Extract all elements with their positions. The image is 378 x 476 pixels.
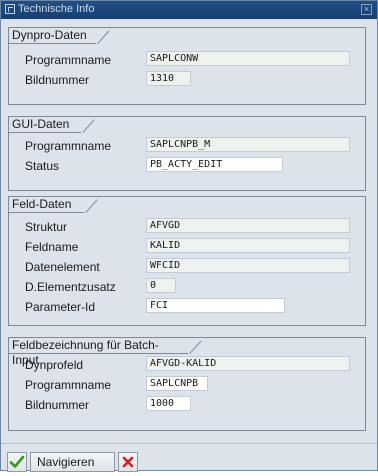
group-tab-edge bbox=[80, 117, 94, 133]
title-bar: Technische Info × bbox=[1, 1, 377, 19]
batch-screen-number-field[interactable]: 1000 bbox=[146, 396, 191, 411]
data-element-addition-field[interactable]: 0 bbox=[146, 278, 176, 293]
parameter-id-field[interactable]: FCI bbox=[146, 298, 285, 313]
row-label: Bildnummer bbox=[25, 73, 90, 87]
row-label: Struktur bbox=[25, 220, 68, 234]
group-title-text: GUI-Daten bbox=[12, 117, 70, 131]
program-name-field[interactable]: SAPLCONW bbox=[146, 51, 350, 66]
group-title-text: Feld-Daten bbox=[12, 197, 72, 211]
field-name-field[interactable]: KALID bbox=[146, 238, 350, 253]
group-dynpro-data: Dynpro-Daten Programmname SAPLCONW Bildn… bbox=[8, 27, 366, 105]
row-label: Feldname bbox=[25, 240, 79, 254]
close-icon[interactable]: × bbox=[361, 4, 372, 15]
confirm-button[interactable] bbox=[7, 452, 27, 472]
group-field-data: Feld-Daten Struktur AFVGD Feldname KALID… bbox=[8, 196, 366, 326]
technical-info-dialog: Technische Info × Dynpro-Daten Programmn… bbox=[0, 0, 378, 472]
structure-field[interactable]: AFVGD bbox=[146, 218, 350, 233]
group-gui-data: GUI-Daten Programmname SAPLCNPB_M Status… bbox=[8, 116, 366, 191]
batch-program-name-field[interactable]: SAPLCNPB bbox=[146, 376, 208, 391]
row-label: Programmname bbox=[25, 53, 112, 67]
row-label: D.Elementzusatz bbox=[25, 280, 116, 294]
group-title: Dynpro-Daten bbox=[9, 28, 96, 44]
row-label: Bildnummer bbox=[25, 398, 90, 412]
row-label: Datenelement bbox=[25, 260, 100, 274]
row-label: Parameter-Id bbox=[25, 300, 96, 314]
navigate-button-label: Navigieren bbox=[37, 455, 95, 469]
group-tab-edge bbox=[95, 28, 109, 44]
data-element-field[interactable]: WFCID bbox=[146, 258, 350, 273]
cancel-x-icon bbox=[122, 456, 134, 468]
group-title: GUI-Daten bbox=[9, 117, 81, 133]
group-batch-input: Feldbezeichnung für Batch-Input Dynprofe… bbox=[8, 337, 366, 431]
row-label: Programmname bbox=[25, 378, 112, 392]
cancel-button[interactable] bbox=[118, 452, 138, 472]
row-label: Status bbox=[25, 159, 60, 173]
group-title: Feld-Daten bbox=[9, 197, 84, 213]
group-tab-edge bbox=[187, 338, 201, 354]
group-tab-edge bbox=[83, 197, 97, 213]
window-title: Technische Info bbox=[18, 3, 95, 15]
checkmark-icon bbox=[9, 455, 25, 468]
gui-status-field[interactable]: PB_ACTY_EDIT bbox=[146, 157, 283, 172]
row-label: Dynprofeld bbox=[25, 358, 84, 372]
group-title-text: Dynpro-Daten bbox=[12, 28, 87, 42]
screen-number-field[interactable]: 1310 bbox=[146, 71, 191, 86]
window-icon bbox=[5, 4, 15, 14]
dynpro-field-field[interactable]: AFVGD-KALID bbox=[146, 356, 350, 371]
row-label: Programmname bbox=[25, 139, 112, 153]
gui-program-name-field[interactable]: SAPLCNPB_M bbox=[146, 137, 350, 152]
group-title: Feldbezeichnung für Batch-Input bbox=[9, 338, 188, 367]
dialog-toolbar: Navigieren bbox=[1, 443, 377, 472]
navigate-button[interactable]: Navigieren bbox=[30, 452, 115, 472]
